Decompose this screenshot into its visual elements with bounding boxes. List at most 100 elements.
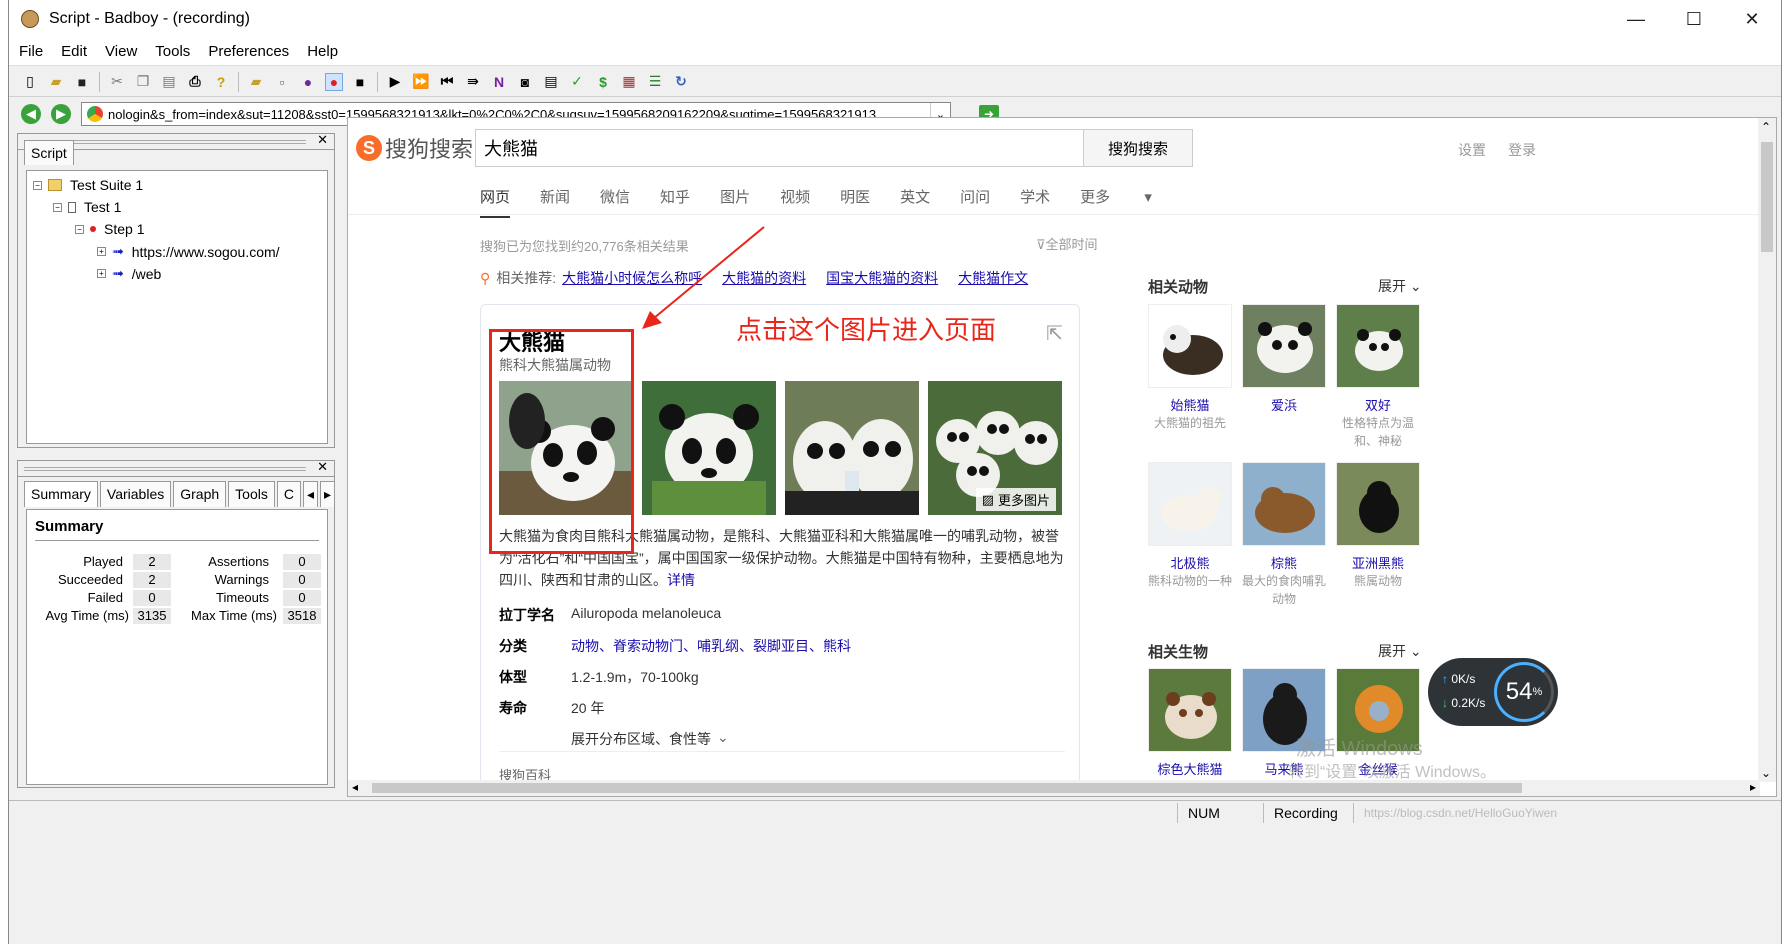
rewind-icon[interactable]: ⏮ [438,73,456,91]
menu-tools[interactable]: Tools [155,43,190,60]
minimize-button[interactable]: — [1607,0,1665,38]
paste-icon[interactable]: ▤ [160,73,178,91]
step-icon [90,226,96,232]
add-test-icon[interactable]: ▫ [273,73,291,91]
tree-node-step[interactable]: − Step 1 [75,221,144,237]
tree-node-request[interactable]: + ➟/web [97,265,161,282]
fact-row: 寿命 20 年 [499,700,605,716]
close-pane-icon[interactable]: ✕ [317,132,328,148]
report-icon[interactable]: ▤ [542,73,560,91]
rec-link[interactable]: 国宝大熊猫的资料 [826,268,938,288]
related-animal[interactable]: 始熊猫 大熊猫的祖先 [1148,304,1232,432]
tree-icon[interactable]: ☰ [646,73,664,91]
stat-label: Max Time (ms) [191,608,277,623]
refresh-icon[interactable]: ↻ [672,73,690,91]
menu-help[interactable]: Help [307,43,338,60]
step-forward-icon[interactable]: ⇛ [464,73,482,91]
stat-label: Played [83,554,123,569]
toolbar-separator [99,71,100,92]
related-bio-title: 相关生物 [1148,644,1209,661]
help-icon[interactable]: ? [212,73,230,91]
panda-photo[interactable] [785,381,919,515]
search-button[interactable]: 搜狗搜索 [1083,129,1193,167]
search-input[interactable]: 大熊猫 [475,129,1085,167]
menu-view[interactable]: View [105,43,137,60]
share-icon[interactable]: ⇱ [1046,321,1063,346]
table-icon[interactable]: ▦ [620,73,638,91]
stat-label: Warnings [214,572,269,587]
stat-value: 2 [133,554,171,570]
maximize-button[interactable]: ☐ [1665,0,1723,38]
navigation-icon[interactable]: N [490,73,508,91]
add-suite-icon[interactable]: ▰ [247,73,265,91]
login-link[interactable]: 登录 [1508,140,1536,160]
expand-more[interactable]: 展开分布区域、食性等 ⌄ [571,729,729,749]
panda-photo[interactable] [642,381,776,515]
screenshot-icon[interactable]: ◙ [516,73,534,91]
scroll-down-icon[interactable]: ⌄ [1761,766,1771,780]
stat-value: 0 [283,590,321,606]
tab-overflow[interactable]: C [276,481,301,507]
related-animal[interactable]: 棕熊 最大的食肉哺乳动物 [1242,462,1326,608]
assertion-icon[interactable]: ✓ [568,73,586,91]
open-folder-icon[interactable]: ▰ [47,73,65,91]
related-animal[interactable]: 北极熊 熊科动物的一种 [1148,462,1232,590]
tab-variables[interactable]: Variables [99,481,172,507]
add-step-icon[interactable]: ● [299,73,317,91]
horizontal-scrollbar[interactable]: ◂ ▸ [348,780,1760,796]
tab-summary[interactable]: Summary [24,481,98,507]
play-all-icon[interactable]: ⏩ [412,73,430,91]
expand-animals[interactable]: 展开 ⌄ [1378,276,1422,296]
chevron-down-icon: ⌄ [717,729,729,745]
forward-icon[interactable]: ▶ [51,104,71,124]
close-button[interactable]: ✕ [1723,0,1781,38]
record-icon[interactable]: ● [325,72,343,91]
close-pane-icon[interactable]: ✕ [317,459,328,475]
sogou-s-icon: S [356,135,382,161]
cut-icon[interactable]: ✂ [108,73,126,91]
expand-bio[interactable]: 展开 ⌄ [1378,641,1422,661]
scroll-thumb[interactable] [1761,142,1773,252]
sogou-logo[interactable]: S 搜狗搜索 [356,132,473,164]
menu-file[interactable]: File [19,43,43,60]
tree-node-suite[interactable]: − Test Suite 1 [33,177,143,193]
pane-header: ✕ [18,459,334,477]
windows-watermark: 激活 Windows [1296,738,1423,760]
stat-label: Failed [87,590,123,605]
menu-preferences[interactable]: Preferences [208,43,289,60]
tab-script[interactable]: Script [24,140,74,165]
settings-link[interactable]: 设置 [1458,140,1486,160]
print-icon[interactable]: ⎙ [186,73,204,91]
variable-icon[interactable]: $ [594,73,612,91]
tab-graph[interactable]: Graph [173,481,227,507]
related-animal[interactable]: 亚洲黑熊 熊属动物 [1336,462,1420,590]
time-filter[interactable]: ⊽全部时间 [1036,234,1098,253]
save-icon[interactable]: ■ [73,73,91,91]
related-animal[interactable]: 双好 性格特点为温和、神秘 [1336,304,1420,450]
stop-icon[interactable]: ■ [351,73,369,91]
tree-node-request[interactable]: + ➟ https://www.sogou.com/ [97,243,280,260]
more-images-button[interactable]: ▨ 更多图片 [975,488,1056,511]
tab-scroll-right-icon[interactable]: ▸ [320,481,336,507]
scroll-thumb[interactable] [372,783,1522,793]
menu-edit[interactable]: Edit [61,43,87,60]
tab-scroll-left-icon[interactable]: ◂ [302,481,318,507]
related-organism[interactable]: 棕色大熊猫 [1148,668,1232,778]
tree-node-test[interactable]: − Test 1 [53,199,121,215]
request-arrow-icon: ➟ [112,243,124,259]
stat-value: 0 [283,554,321,570]
copy-icon[interactable]: ❐ [134,73,152,91]
tab-tools[interactable]: Tools [228,481,275,507]
play-icon[interactable]: ▶ [386,73,404,91]
summary-tabs: Summary Variables Graph Tools C ◂ ▸ [24,481,336,507]
scroll-left-icon[interactable]: ◂ [352,780,358,794]
back-icon[interactable]: ◀ [21,104,41,124]
scroll-up-icon[interactable]: ⌃ [1761,120,1771,134]
details-link[interactable]: 详情 [667,572,695,588]
rec-link[interactable]: 大熊猫作文 [958,268,1028,288]
panda-photo[interactable]: ▨ 更多图片 [928,381,1062,515]
vertical-scrollbar[interactable]: ⌃ ⌄ [1758,118,1776,782]
related-animal[interactable]: 爱浜 [1242,304,1326,414]
new-file-icon[interactable]: ▯ [21,73,39,91]
scroll-right-icon[interactable]: ▸ [1750,780,1756,794]
